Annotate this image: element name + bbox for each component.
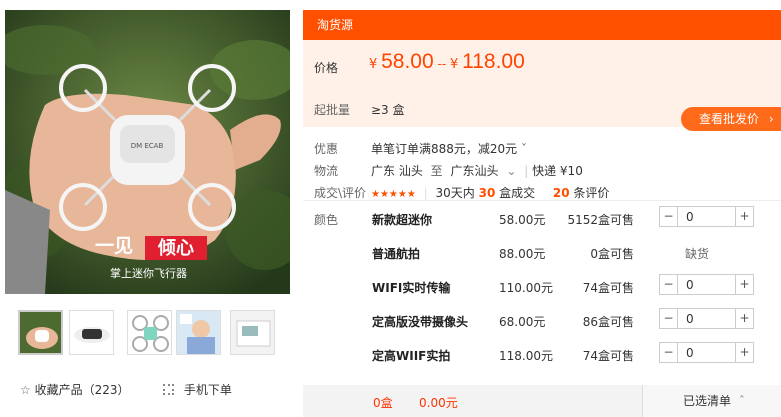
sku-name: 新款超迷你 — [372, 213, 433, 227]
review-count: 20 — [552, 186, 570, 200]
logistics-to: 广东汕头 — [450, 164, 499, 178]
sku-stock: 0盒可售 — [590, 247, 634, 261]
logistics-separator: | — [524, 164, 529, 178]
out-of-stock-label: 缺货 — [685, 247, 710, 261]
logistics-to-word: 至 — [430, 164, 443, 178]
sku-row: 普通航拍 88.00元 0盒可售 缺货 — [303, 235, 781, 269]
price-separator: -- — [437, 57, 447, 71]
source-label: 淘货源 — [317, 18, 354, 32]
sku-price: 118.00元 — [499, 349, 553, 363]
wholesale-button-label: 查看批发价 — [699, 112, 760, 126]
quantity-input[interactable]: 0 — [686, 312, 694, 326]
sku-price: 58.00元 — [499, 213, 546, 227]
decrement-button[interactable]: − — [660, 207, 678, 226]
sales-prefix: 30天内 — [435, 186, 475, 200]
sku-name: 定高版没带摄像头 — [372, 315, 469, 329]
sku-row: 新款超迷你 58.00元 5152盒可售 − 0 + — [303, 201, 781, 235]
sku-stock: 74盒可售 — [582, 281, 634, 295]
total-quantity: 0盒 — [373, 396, 393, 410]
thumbnail-3[interactable] — [127, 310, 172, 355]
review-suffix: 条评价 — [573, 186, 610, 200]
reviews-info: ★★★★★ | 30天内 30 盒成交 20 条评价 — [371, 186, 610, 200]
mobile-order[interactable]: 手机下单 — [163, 381, 232, 398]
quantity-input[interactable]: 0 — [686, 346, 694, 360]
chevron-right-icon: › — [768, 112, 774, 126]
sku-row: 定高WIIF实拍 118.00元 74盒可售 − 0 + — [303, 337, 781, 371]
rating-stars: ★★★★★ — [371, 189, 416, 200]
logistics-label: 物流 — [314, 164, 339, 178]
view-wholesale-price-button[interactable]: 查看批发价 › — [681, 107, 781, 131]
chevron-down-icon: ⌄ — [506, 164, 517, 178]
total-price: 0.00元 — [419, 396, 458, 410]
logistics-destination-select[interactable]: 广东汕头 ⌄ — [451, 164, 525, 178]
decrement-button[interactable]: − — [660, 275, 678, 294]
overlay-title-b: 倾心 — [157, 238, 194, 259]
price-currency-max: ¥ — [450, 57, 459, 72]
sku-name: WIFI实时传输 — [372, 281, 451, 295]
increment-button[interactable]: + — [735, 343, 753, 362]
reviews-label: 成交\评价 — [314, 186, 367, 200]
price-min: 58.00 — [381, 50, 434, 73]
quantity-stepper: − 0 + — [659, 342, 754, 363]
decrement-button[interactable]: − — [660, 309, 678, 328]
mobile-order-label: 手机下单 — [183, 383, 232, 397]
increment-button[interactable]: + — [735, 309, 753, 328]
price-range: ¥ 58.00 -- ¥ 118.00 — [369, 50, 525, 74]
sales-count: 30 — [478, 186, 496, 200]
sku-list: 颜色 新款超迷你 58.00元 5152盒可售 − 0 + 普通航拍 88.00… — [303, 200, 781, 385]
moq-label: 起批量 — [314, 103, 351, 117]
quantity-input[interactable]: 0 — [686, 278, 694, 292]
price-currency-min: ¥ — [369, 57, 378, 72]
qr-code-icon — [163, 384, 174, 395]
main-product-image[interactable]: DM ECAB 一见 倾心 掌上迷你飞行器 — [5, 10, 290, 294]
selected-list-button[interactable]: 已选清单 ˆ — [642, 385, 781, 417]
chevron-down-icon: ˇ — [521, 142, 528, 156]
decrement-button[interactable]: − — [660, 343, 678, 362]
quantity-stepper: − 0 + — [659, 308, 754, 329]
sku-name: 定高WIIF实拍 — [372, 349, 451, 363]
selected-list-label: 已选清单 — [683, 394, 732, 408]
reviews-link[interactable]: 20 条评价 — [553, 186, 610, 200]
promo-dropdown[interactable]: 单笔订单满888元，减20元 ˇ — [371, 140, 527, 157]
sku-price: 88.00元 — [499, 247, 546, 261]
chevron-up-icon: ˆ — [738, 394, 745, 408]
sku-stock: 5152盒可售 — [567, 213, 634, 227]
quantity-input[interactable]: 0 — [686, 210, 694, 224]
moq-value: ≥3 盒 — [371, 103, 405, 117]
sku-row: WIFI实时传输 110.00元 74盒可售 − 0 + — [303, 269, 781, 303]
favorite-product[interactable]: ☆ 收藏产品（223） — [20, 381, 130, 398]
sku-price: 110.00元 — [499, 281, 553, 295]
price-max: 118.00 — [462, 50, 525, 73]
price-label: 价格 — [314, 61, 339, 75]
product-gallery: DM ECAB 一见 倾心 掌上迷你飞行器 ☆ 收藏产品（223） 手机下单 — [0, 0, 300, 417]
sku-name: 普通航拍 — [372, 247, 421, 261]
favorite-label: 收藏产品（223） — [34, 383, 130, 397]
quantity-stepper: − 0 + — [659, 206, 754, 227]
thumbnail-5[interactable] — [230, 310, 275, 355]
thumbnail-1[interactable] — [18, 310, 63, 355]
logistics-express: 快递 ¥10 — [532, 164, 583, 178]
source-bar: 淘货源 — [303, 10, 781, 40]
thumbnail-2[interactable] — [69, 310, 114, 355]
sku-row: 定高版没带摄像头 68.00元 86盒可售 − 0 + — [303, 303, 781, 337]
overlay-title-a: 一见 — [95, 235, 133, 257]
thumbnail-4[interactable] — [176, 310, 221, 355]
increment-button[interactable]: + — [735, 207, 753, 226]
order-summary-bar: 0盒 0.00元 已选清单 ˆ — [303, 385, 781, 417]
overlay-subtitle: 掌上迷你飞行器 — [110, 266, 187, 280]
logistics-info: 广东 汕头 至 广东汕头 ⌄ | 快递 ¥10 — [371, 162, 583, 179]
quantity-stepper: − 0 + — [659, 274, 754, 295]
promo-label: 优惠 — [314, 142, 339, 156]
star-outline-icon: ☆ — [20, 383, 31, 397]
promo-value: 单笔订单满888元，减20元 — [371, 142, 518, 156]
increment-button[interactable]: + — [735, 275, 753, 294]
sales-suffix: 盒成交 — [499, 186, 536, 200]
sku-stock: 86盒可售 — [582, 315, 634, 329]
drone-label: DM ECAB — [131, 142, 164, 150]
sku-price: 68.00元 — [499, 315, 546, 329]
logistics-from: 广东 汕头 — [371, 164, 423, 178]
sku-stock: 74盒可售 — [582, 349, 634, 363]
purchase-panel: 淘货源 价格 ¥ 58.00 -- ¥ 118.00 起批量 ≥3 盒 查看批发… — [303, 10, 781, 417]
